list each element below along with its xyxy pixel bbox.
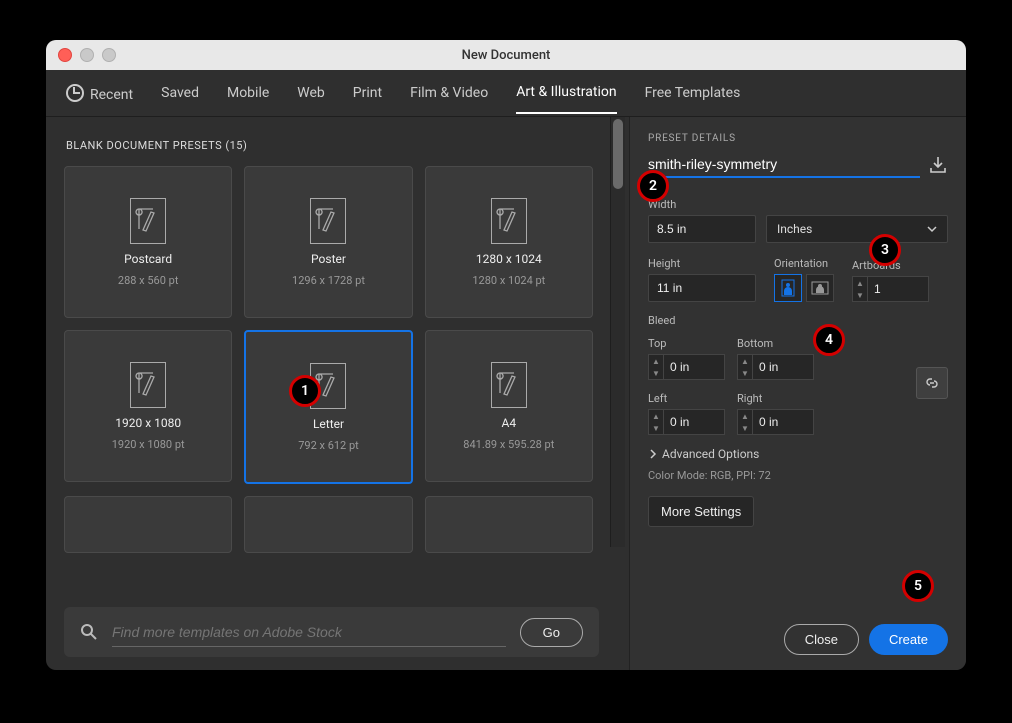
preset-poster[interactable]: Poster 1296 x 1728 pt bbox=[244, 166, 412, 318]
bleed-bottom-label: Bottom bbox=[737, 337, 814, 350]
tab-art-illustration[interactable]: Art & Illustration bbox=[516, 72, 616, 114]
tab-saved[interactable]: Saved bbox=[161, 73, 199, 113]
height-label: Height bbox=[648, 257, 756, 270]
presets-panel: BLANK DOCUMENT PRESETS (15) Postcard 288… bbox=[46, 117, 629, 670]
artboards-label: Artboards bbox=[852, 259, 929, 272]
tab-film-video[interactable]: Film & Video bbox=[410, 73, 488, 113]
bleed-top-stepper[interactable]: ▲▼ bbox=[648, 354, 725, 380]
bleed-left-label: Left bbox=[648, 392, 725, 405]
stepper-down-icon[interactable]: ▼ bbox=[853, 289, 867, 301]
new-document-window: 1 2 3 4 5 New Document Recent Saved Mobi… bbox=[46, 40, 966, 670]
preset-dim: 1296 x 1728 pt bbox=[292, 274, 365, 287]
stock-go-button[interactable]: Go bbox=[520, 618, 583, 647]
preset-dim: 1920 x 1080 pt bbox=[112, 438, 185, 451]
search-icon bbox=[80, 623, 98, 641]
bleed-right-label: Right bbox=[737, 392, 814, 405]
preset-a4[interactable]: A4 841.89 x 595.28 pt bbox=[425, 330, 593, 482]
document-icon bbox=[491, 362, 527, 408]
preset-dim: 841.89 x 595.28 pt bbox=[463, 438, 554, 451]
preset-name: 1920 x 1080 bbox=[115, 416, 181, 430]
stock-search-bar: Go bbox=[64, 607, 599, 657]
close-button[interactable]: Close bbox=[784, 624, 859, 655]
preset-name: Poster bbox=[311, 252, 346, 266]
tab-recent[interactable]: Recent bbox=[66, 72, 133, 115]
preset-1920x1080[interactable]: 1920 x 1080 1920 x 1080 pt bbox=[64, 330, 232, 482]
width-input[interactable] bbox=[648, 215, 756, 243]
preset-dim: 288 x 560 pt bbox=[118, 274, 179, 287]
titlebar: New Document bbox=[46, 40, 966, 70]
height-input[interactable] bbox=[648, 274, 756, 302]
clock-icon bbox=[66, 84, 84, 102]
width-label: Width bbox=[648, 198, 948, 211]
preset-name: Postcard bbox=[124, 252, 172, 266]
document-icon bbox=[310, 363, 346, 409]
details-title: PRESET DETAILS bbox=[648, 133, 948, 144]
preset-postcard[interactable]: Postcard 288 x 560 pt bbox=[64, 166, 232, 318]
link-bleed-button[interactable] bbox=[916, 367, 948, 399]
bleed-left-stepper[interactable]: ▲▼ bbox=[648, 409, 725, 435]
preset-name: Letter bbox=[313, 417, 344, 431]
document-icon bbox=[130, 362, 166, 408]
chevron-down-icon bbox=[927, 224, 937, 234]
document-icon bbox=[130, 198, 166, 244]
preset-details-panel: PRESET DETAILS Width Inches Height bbox=[629, 117, 966, 670]
unit-value: Inches bbox=[777, 222, 812, 236]
bleed-bottom-stepper[interactable]: ▲▼ bbox=[737, 354, 814, 380]
preset-letter[interactable]: Letter 792 x 612 pt bbox=[244, 330, 412, 484]
tab-free-templates[interactable]: Free Templates bbox=[645, 73, 741, 113]
preset-1280x1024[interactable]: 1280 x 1024 1280 x 1024 pt bbox=[425, 166, 593, 318]
bleed-label: Bleed bbox=[648, 314, 948, 327]
save-preset-icon[interactable] bbox=[928, 155, 948, 175]
artboards-stepper[interactable]: ▲▼ bbox=[852, 276, 929, 302]
preset-name: 1280 x 1024 bbox=[476, 252, 542, 266]
document-icon bbox=[310, 198, 346, 244]
tab-web[interactable]: Web bbox=[297, 73, 325, 113]
stock-search-input[interactable] bbox=[112, 618, 506, 647]
color-mode-text: Color Mode: RGB, PPI: 72 bbox=[648, 469, 948, 482]
document-name-input[interactable] bbox=[648, 152, 920, 178]
orientation-portrait-button[interactable] bbox=[774, 274, 802, 302]
tab-print[interactable]: Print bbox=[353, 73, 382, 113]
scrollbar[interactable] bbox=[610, 117, 625, 547]
bleed-right-stepper[interactable]: ▲▼ bbox=[737, 409, 814, 435]
chevron-right-icon bbox=[648, 449, 658, 459]
create-button[interactable]: Create bbox=[869, 624, 948, 655]
window-title: New Document bbox=[46, 48, 966, 63]
bleed-left-input[interactable] bbox=[663, 409, 725, 435]
stepper-up-icon[interactable]: ▲ bbox=[853, 277, 867, 289]
tab-mobile[interactable]: Mobile bbox=[227, 73, 269, 113]
preset-more-2[interactable] bbox=[244, 496, 412, 553]
more-settings-button[interactable]: More Settings bbox=[648, 496, 754, 527]
preset-more-1[interactable] bbox=[64, 496, 232, 553]
scroll-thumb[interactable] bbox=[613, 119, 623, 189]
advanced-options-toggle[interactable]: Advanced Options bbox=[648, 447, 948, 461]
orientation-landscape-button[interactable] bbox=[806, 274, 834, 302]
bleed-right-input[interactable] bbox=[752, 409, 814, 435]
preset-name: A4 bbox=[502, 416, 517, 430]
document-icon bbox=[491, 198, 527, 244]
artboards-input[interactable] bbox=[867, 276, 929, 302]
category-tabs: Recent Saved Mobile Web Print Film & Vid… bbox=[46, 70, 966, 117]
preset-dim: 792 x 612 pt bbox=[298, 439, 359, 452]
preset-more-3[interactable] bbox=[425, 496, 593, 553]
bleed-top-input[interactable] bbox=[663, 354, 725, 380]
bleed-bottom-input[interactable] bbox=[752, 354, 814, 380]
bleed-top-label: Top bbox=[648, 337, 725, 350]
units-dropdown[interactable]: Inches bbox=[766, 215, 948, 243]
presets-header: BLANK DOCUMENT PRESETS (15) bbox=[66, 139, 611, 152]
preset-dim: 1280 x 1024 pt bbox=[472, 274, 545, 287]
orientation-label: Orientation bbox=[774, 257, 834, 270]
